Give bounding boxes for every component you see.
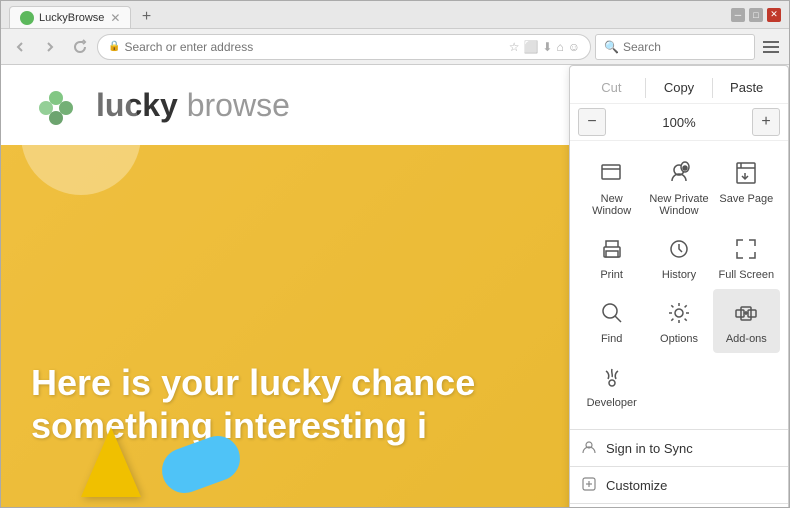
customize-row[interactable]: Customize	[570, 471, 788, 499]
new-window-icon	[596, 157, 628, 189]
edit-row: Cut Copy Paste	[570, 72, 788, 103]
new-tab-button[interactable]: +	[135, 6, 157, 28]
cone-shape	[81, 427, 141, 497]
search-bar[interactable]: 🔍	[595, 34, 755, 60]
copy-button[interactable]: Copy	[646, 76, 713, 99]
title-bar: LuckyBrowse ✕ + ─ □ ✕	[1, 1, 789, 29]
find-icon	[596, 297, 628, 329]
bookmark-icon[interactable]: ☆	[509, 40, 520, 54]
history-icon	[663, 233, 695, 265]
zoom-level: 100%	[606, 115, 752, 130]
forward-button[interactable]	[37, 34, 63, 60]
options-item[interactable]: Options	[645, 289, 712, 353]
full-screen-label: Full Screen	[719, 269, 775, 281]
tab-close-button[interactable]: ✕	[110, 11, 120, 25]
save-page-icon	[730, 157, 762, 189]
back-button[interactable]	[7, 34, 33, 60]
new-private-window-item[interactable]: New Private Window	[645, 149, 712, 225]
print-label: Print	[600, 269, 623, 281]
window-controls: ─ □ ✕	[731, 8, 781, 22]
add-ons-icon	[730, 297, 762, 329]
developer-item[interactable]: Developer	[578, 353, 645, 417]
home-icon[interactable]: ⌂	[556, 40, 563, 54]
hamburger-icon	[763, 41, 779, 53]
decorative-circle	[21, 75, 141, 195]
profile-icon[interactable]: ☺	[568, 40, 580, 54]
customize-label: Customize	[606, 478, 667, 493]
developer-label: Developer	[587, 397, 637, 409]
reload-icon	[72, 39, 88, 55]
zoom-row: − 100% +	[570, 103, 788, 141]
dropdown-menu: Cut Copy Paste − 100% +	[569, 65, 789, 507]
browser-window: LuckyBrowse ✕ + ─ □ ✕ 🔒 ☆	[0, 0, 790, 508]
menu-grid: New Window New Private Window	[570, 141, 788, 425]
new-window-label: New Window	[582, 193, 641, 217]
save-page-label: Save Page	[719, 193, 773, 205]
new-private-window-label: New Private Window	[649, 193, 708, 217]
paste-button[interactable]: Paste	[713, 76, 780, 99]
tab-title: LuckyBrowse	[39, 12, 104, 24]
active-tab[interactable]: LuckyBrowse ✕	[9, 6, 131, 28]
full-screen-item[interactable]: Full Screen	[713, 225, 780, 289]
forward-icon	[42, 39, 58, 55]
new-window-item[interactable]: New Window	[578, 149, 645, 225]
new-private-window-icon	[663, 157, 695, 189]
print-icon	[596, 233, 628, 265]
lock-icon: 🔒	[108, 41, 120, 52]
hero-line1: Here is your lucky chance	[31, 361, 475, 404]
maximize-button[interactable]: □	[749, 8, 763, 22]
reload-button[interactable]	[67, 34, 93, 60]
sign-in-icon	[582, 440, 598, 456]
developer-icon	[596, 361, 628, 393]
history-item[interactable]: History	[645, 225, 712, 289]
menu-separator-3	[570, 503, 788, 504]
new-tab-icon: +	[142, 8, 151, 26]
options-icon	[663, 297, 695, 329]
add-ons-item[interactable]: Add-ons	[713, 289, 780, 353]
address-bar[interactable]: 🔒 ☆ ⬜ ⬇ ⌂ ☺	[97, 34, 591, 60]
tab-favicon	[20, 11, 34, 25]
customize-icon	[582, 477, 598, 493]
download-icon[interactable]: ⬇	[542, 40, 552, 54]
save-page-item[interactable]: Save Page	[713, 149, 780, 225]
menu-separator-2	[570, 466, 788, 467]
search-input[interactable]	[623, 40, 778, 54]
search-icon: 🔍	[604, 40, 619, 54]
page-content: lucky browse Here is your lucky chance s…	[1, 65, 789, 507]
zoom-out-button[interactable]: −	[578, 108, 606, 136]
tab-bar: LuckyBrowse ✕ +	[9, 1, 723, 28]
menu-separator-1	[570, 429, 788, 430]
full-screen-icon	[730, 233, 762, 265]
address-bar-icons: ☆ ⬜ ⬇ ⌂ ☺	[509, 40, 580, 54]
options-label: Options	[660, 333, 698, 345]
menu-button[interactable]	[759, 35, 783, 59]
pocket-icon[interactable]: ⬜	[523, 40, 538, 54]
find-item[interactable]: Find	[578, 289, 645, 353]
sign-in-row[interactable]: Sign in to Sync	[570, 434, 788, 462]
navigation-bar: 🔒 ☆ ⬜ ⬇ ⌂ ☺ 🔍	[1, 29, 789, 65]
back-icon	[12, 39, 28, 55]
minimize-button[interactable]: ─	[731, 8, 745, 22]
zoom-in-button[interactable]: +	[752, 108, 780, 136]
print-item[interactable]: Print	[578, 225, 645, 289]
history-label: History	[662, 269, 696, 281]
add-ons-label: Add-ons	[726, 333, 767, 345]
find-label: Find	[601, 333, 622, 345]
close-button[interactable]: ✕	[767, 8, 781, 22]
brand-browse: browse	[187, 87, 290, 123]
address-input[interactable]	[124, 40, 508, 54]
sign-in-label: Sign in to Sync	[606, 441, 693, 456]
cut-button[interactable]: Cut	[578, 76, 645, 99]
